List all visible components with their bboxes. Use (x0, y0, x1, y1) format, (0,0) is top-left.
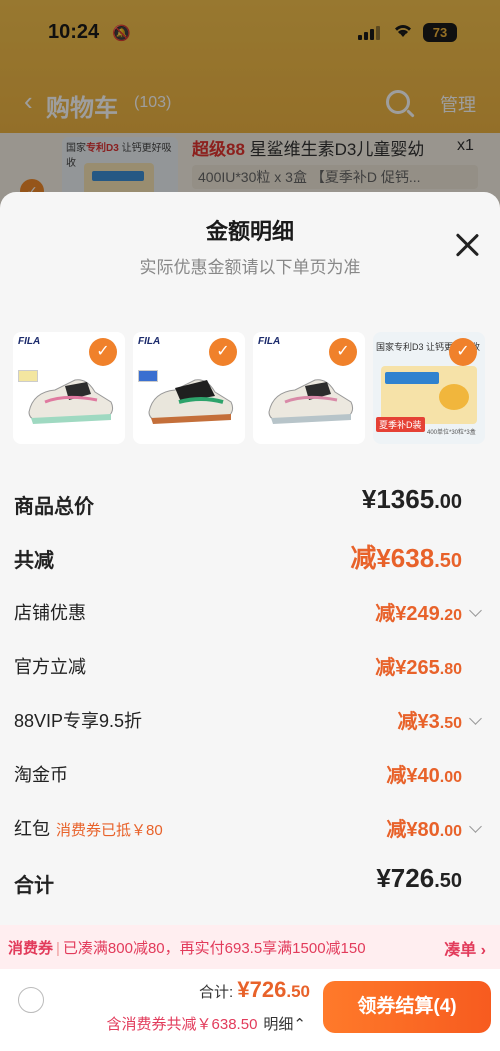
value-int: 249 (406, 603, 440, 625)
shoe-image (148, 379, 234, 424)
row-value: 减¥40.00 (386, 759, 462, 788)
value-dec: .00 (434, 491, 462, 513)
row-label: 共减 (14, 550, 54, 572)
chevron-down-icon[interactable] (469, 712, 482, 725)
row-total-discount: 共减 减¥638.50 (0, 538, 500, 578)
row-label: 88VIP专享9.5折 (14, 711, 143, 731)
shoe-image (268, 379, 354, 424)
row-total-price: 商品总价 ¥1365.00 (0, 484, 500, 524)
chevron-down-icon[interactable] (469, 820, 482, 833)
product-thumb[interactable]: FILA ✓ (133, 332, 245, 444)
value-dec: .00 (439, 769, 462, 786)
sheet-subtitle: 实际优惠金额请以下单页为准 (139, 258, 361, 277)
add-items-button[interactable]: 凑单 › (444, 936, 486, 960)
checkout-bar: 合计: ¥726.50 含消费券共减￥638.50 明细⌃ 领券结算(4) (0, 969, 500, 1051)
checkout-total: 合计: ¥726.50 (199, 977, 310, 1003)
value-int: 265 (406, 657, 440, 679)
value-dec: .80 (439, 661, 462, 678)
vitamin-spec: 400单位*30粒*3盒 (427, 430, 476, 436)
value-dec: .50 (434, 870, 462, 892)
row-value: ¥1365.00 (362, 484, 462, 515)
value-int: 1365 (376, 484, 435, 514)
value-dec: .50 (286, 982, 310, 1001)
row-value: 减¥3.50 (398, 705, 463, 734)
currency-symbol: ¥ (361, 484, 377, 514)
row-value: 减¥249.20 (375, 597, 462, 626)
checkout-button[interactable]: 领券结算(4) (323, 981, 491, 1033)
row-value: 减¥638.50 (350, 538, 462, 575)
detail-toggle[interactable]: 明细⌃ (263, 1016, 306, 1033)
value-int: 80 (417, 819, 440, 841)
brand-logo: FILA (138, 336, 161, 347)
row-vip-discount[interactable]: 88VIP专享9.5折 减¥3.50 (0, 701, 500, 741)
product-thumb[interactable]: 国家专利D3 让钙更好吸收 夏季补D装 400单位*30粒*3盒 ✓ (373, 332, 485, 444)
row-label: 商品总价 (14, 496, 94, 518)
row-label: 淘金币 (14, 765, 68, 785)
value-dec: .50 (434, 550, 462, 572)
value-prefix: 减¥ (350, 543, 391, 573)
product-thumb[interactable]: FILA ✓ (13, 332, 125, 444)
value-prefix: 减¥ (375, 603, 407, 625)
chevron-down-icon[interactable] (469, 604, 482, 617)
row-value: ¥726.50 (376, 863, 462, 894)
value-prefix: 减¥ (386, 765, 418, 787)
total-amount: ¥726.50 (237, 977, 310, 1002)
select-all-radio[interactable] (18, 987, 44, 1013)
selected-check-icon: ✓ (89, 338, 117, 366)
value-int: 726 (249, 977, 287, 1002)
currency-symbol: ¥ (237, 977, 250, 1002)
brand-logo: FILA (18, 336, 41, 347)
currency-symbol: ¥ (376, 863, 391, 893)
red-packet-sub: 消费券已抵￥80 (56, 822, 163, 839)
red-packet-label: 红包 (14, 819, 50, 839)
product-strip: FILA ✓ FILA ✓ FILA ✓ 国家专利D3 让钙更好吸收 夏季补D装… (13, 332, 493, 444)
total-label: 合计: (199, 984, 234, 1001)
sheet-title: 金额明细 (205, 219, 294, 244)
coupon-bar[interactable]: 消费券 | 已凑满800减80，再实付693.5享满1500减150 凑单 › (0, 925, 500, 969)
value-int: 638 (390, 543, 435, 573)
row-official-discount: 官方立减 减¥265.80 (0, 647, 500, 687)
value-int: 3 (428, 711, 440, 733)
selected-check-icon: ✓ (449, 338, 477, 366)
brand-logo: FILA (258, 336, 281, 347)
product-thumb[interactable]: FILA ✓ (253, 332, 365, 444)
value-dec: .50 (439, 715, 462, 732)
coupon-tag: 消费券 (8, 940, 54, 957)
value-prefix: 减¥ (386, 819, 418, 841)
close-icon[interactable] (454, 232, 480, 258)
row-value: 减¥265.80 (375, 651, 462, 680)
selected-check-icon: ✓ (329, 338, 357, 366)
selected-check-icon: ✓ (209, 338, 237, 366)
value-int: 40 (417, 765, 440, 787)
shoe-image (28, 379, 114, 424)
row-shop-discount[interactable]: 店铺优惠 减¥249.20 (0, 593, 500, 633)
vitamin-badge: 夏季补D装 (376, 417, 425, 432)
row-label: 官方立减 (14, 657, 86, 677)
amount-detail-sheet: 金额明细 实际优惠金额请以下单页为准 FILA ✓ FILA ✓ FILA ✓ … (0, 192, 500, 1051)
row-sum: 合计 ¥726.50 (0, 863, 500, 903)
row-red-packet[interactable]: 红包 消费券已抵￥80 减¥80.00 (0, 809, 500, 849)
value-dec: .20 (439, 607, 462, 624)
value-dec: .00 (439, 823, 462, 840)
vitamin-box-image (381, 366, 477, 424)
coupon-progress-text: 已凑满800减80，再实付693.5享满1500减150 (62, 940, 366, 957)
value-prefix: 减¥ (375, 657, 407, 679)
value-prefix: 减¥ (397, 711, 429, 733)
checkout-discount[interactable]: 含消费券共减￥638.50 明细⌃ (107, 1013, 306, 1034)
value-int: 726 (390, 863, 435, 893)
coupon-text: 消费券 | 已凑满800减80，再实付693.5享满1500减150 (8, 940, 366, 957)
discount-text: 含消费券共减￥638.50 (106, 1016, 258, 1033)
row-value: 减¥80.00 (386, 813, 462, 842)
row-label: 店铺优惠 (14, 603, 86, 623)
row-label: 合计 (14, 875, 54, 897)
row-label: 红包 消费券已抵￥80 (14, 815, 163, 841)
row-taojinbi: 淘金币 减¥40.00 (0, 755, 500, 795)
